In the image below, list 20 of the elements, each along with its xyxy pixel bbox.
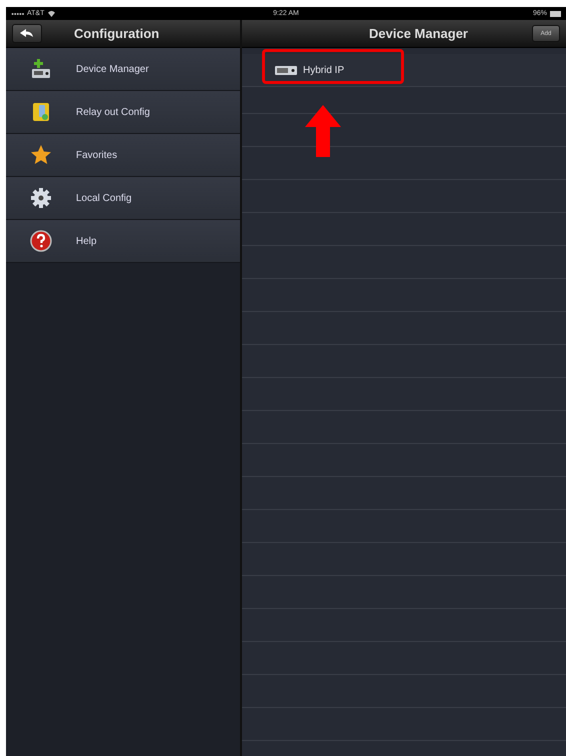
device-row[interactable]: Hybrid IP (242, 54, 566, 87)
sidebar-title: Configuration (74, 26, 160, 41)
sidebar-item[interactable]: Relay out Config (6, 91, 240, 134)
back-arrow-icon (20, 28, 34, 38)
sidebar-item[interactable]: Favorites (6, 134, 240, 177)
sidebar-item[interactable]: Device Manager (6, 48, 240, 91)
device-add-icon (30, 58, 52, 80)
back-button[interactable] (12, 24, 42, 43)
folder-contact-icon (30, 101, 52, 123)
settings-icon (30, 187, 52, 209)
battery-icon (550, 10, 562, 16)
sidebar-item[interactable]: Local Config (6, 177, 240, 220)
wifi-icon (47, 10, 56, 17)
page-title: Device Manager (368, 26, 469, 41)
star-icon (30, 144, 52, 166)
device-icon (275, 66, 297, 74)
help-icon (30, 230, 52, 252)
signal-icon (10, 10, 24, 16)
sidebar-item[interactable]: Help (6, 220, 240, 263)
arrow-icon (305, 105, 341, 157)
